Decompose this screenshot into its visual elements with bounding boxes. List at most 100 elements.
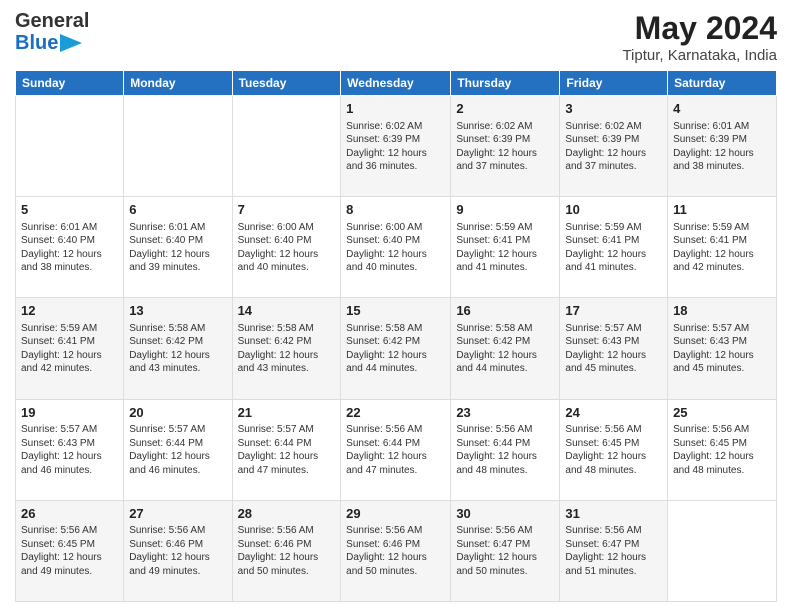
day-number: 6 xyxy=(129,201,226,219)
calendar-cell: 6Sunrise: 6:01 AMSunset: 6:40 PMDaylight… xyxy=(124,197,232,298)
sunset-text: Sunset: 6:39 PM xyxy=(346,133,445,147)
location-subtitle: Tiptur, Karnataka, India xyxy=(622,47,777,64)
daylight-text: Daylight: 12 hours and 37 minutes. xyxy=(565,147,662,174)
sunrise-text: Sunrise: 5:59 AM xyxy=(673,221,771,235)
sunrise-text: Sunrise: 6:02 AM xyxy=(565,120,662,134)
calendar-cell: 28Sunrise: 5:56 AMSunset: 6:46 PMDayligh… xyxy=(232,500,341,601)
sunset-text: Sunset: 6:44 PM xyxy=(129,437,226,451)
daylight-text: Daylight: 12 hours and 44 minutes. xyxy=(456,349,554,376)
day-number: 17 xyxy=(565,302,662,320)
calendar-cell: 3Sunrise: 6:02 AMSunset: 6:39 PMDaylight… xyxy=(560,96,668,197)
sunset-text: Sunset: 6:41 PM xyxy=(565,234,662,248)
calendar-cell: 2Sunrise: 6:02 AMSunset: 6:39 PMDaylight… xyxy=(451,96,560,197)
sunrise-text: Sunrise: 5:56 AM xyxy=(565,423,662,437)
calendar-cell: 27Sunrise: 5:56 AMSunset: 6:46 PMDayligh… xyxy=(124,500,232,601)
sunrise-text: Sunrise: 5:57 AM xyxy=(565,322,662,336)
calendar-cell xyxy=(668,500,777,601)
daylight-text: Daylight: 12 hours and 37 minutes. xyxy=(456,147,554,174)
daylight-text: Daylight: 12 hours and 50 minutes. xyxy=(346,551,445,578)
daylight-text: Daylight: 12 hours and 42 minutes. xyxy=(21,349,118,376)
daylight-text: Daylight: 12 hours and 48 minutes. xyxy=(673,450,771,477)
sunset-text: Sunset: 6:43 PM xyxy=(21,437,118,451)
calendar-cell: 17Sunrise: 5:57 AMSunset: 6:43 PMDayligh… xyxy=(560,298,668,399)
title-block: May 2024 Tiptur, Karnataka, India xyxy=(622,10,777,64)
calendar-cell: 24Sunrise: 5:56 AMSunset: 6:45 PMDayligh… xyxy=(560,399,668,500)
sunrise-text: Sunrise: 5:56 AM xyxy=(456,423,554,437)
daylight-text: Daylight: 12 hours and 48 minutes. xyxy=(565,450,662,477)
sunrise-text: Sunrise: 5:58 AM xyxy=(346,322,445,336)
calendar-cell: 22Sunrise: 5:56 AMSunset: 6:44 PMDayligh… xyxy=(341,399,451,500)
calendar-cell: 1 Sunrise: 6:02 AMSunset: 6:39 PMDaylight… xyxy=(341,96,451,197)
daylight-text: Daylight: 12 hours and 47 minutes. xyxy=(346,450,445,477)
sunset-text: Sunset: 6:40 PM xyxy=(21,234,118,248)
logo-name: General Blue xyxy=(15,10,89,54)
calendar-cell: 8Sunrise: 6:00 AMSunset: 6:40 PMDaylight… xyxy=(341,197,451,298)
calendar-cell: 7Sunrise: 6:00 AMSunset: 6:40 PMDaylight… xyxy=(232,197,341,298)
day-number: 28 xyxy=(238,505,336,523)
sunset-text: Sunset: 6:44 PM xyxy=(456,437,554,451)
sunset-text: Sunset: 6:42 PM xyxy=(456,335,554,349)
daylight-text: Daylight: 12 hours and 43 minutes. xyxy=(129,349,226,376)
sunrise-text: Sunrise: 5:56 AM xyxy=(346,423,445,437)
calendar-cell: 12Sunrise: 5:59 AMSunset: 6:41 PMDayligh… xyxy=(16,298,124,399)
daylight-text: Daylight: 12 hours and 44 minutes. xyxy=(346,349,445,376)
daylight-text: Daylight: 12 hours and 36 minutes. xyxy=(346,147,445,174)
calendar-cell: 4Sunrise: 6:01 AMSunset: 6:39 PMDaylight… xyxy=(668,96,777,197)
header: General Blue May 2024 Tiptur, Karnataka,… xyxy=(15,10,777,64)
day-number: 24 xyxy=(565,404,662,422)
calendar-cell: 23Sunrise: 5:56 AMSunset: 6:44 PMDayligh… xyxy=(451,399,560,500)
sunrise-text: Sunrise: 5:58 AM xyxy=(129,322,226,336)
daylight-text: Daylight: 12 hours and 45 minutes. xyxy=(673,349,771,376)
col-monday: Monday xyxy=(124,71,232,96)
daylight-text: Daylight: 12 hours and 47 minutes. xyxy=(238,450,336,477)
sunset-text: Sunset: 6:45 PM xyxy=(21,538,118,552)
day-number: 1 xyxy=(346,100,445,118)
daylight-text: Daylight: 12 hours and 45 minutes. xyxy=(565,349,662,376)
logo-blue-text: Blue xyxy=(15,32,58,54)
sunrise-text: Sunrise: 6:02 AM xyxy=(456,120,554,134)
calendar-cell: 16Sunrise: 5:58 AMSunset: 6:42 PMDayligh… xyxy=(451,298,560,399)
day-number: 27 xyxy=(129,505,226,523)
calendar-cell: 21Sunrise: 5:57 AMSunset: 6:44 PMDayligh… xyxy=(232,399,341,500)
day-number: 31 xyxy=(565,505,662,523)
calendar-cell: 19Sunrise: 5:57 AMSunset: 6:43 PMDayligh… xyxy=(16,399,124,500)
daylight-text: Daylight: 12 hours and 46 minutes. xyxy=(21,450,118,477)
daylight-text: Daylight: 12 hours and 49 minutes. xyxy=(129,551,226,578)
sunrise-text: Sunrise: 5:58 AM xyxy=(456,322,554,336)
sunset-text: Sunset: 6:45 PM xyxy=(673,437,771,451)
calendar-cell xyxy=(16,96,124,197)
day-number: 5 xyxy=(21,201,118,219)
sunrise-text: Sunrise: 5:56 AM xyxy=(673,423,771,437)
calendar-week-row: 12Sunrise: 5:59 AMSunset: 6:41 PMDayligh… xyxy=(16,298,777,399)
calendar-week-row: 26Sunrise: 5:56 AMSunset: 6:45 PMDayligh… xyxy=(16,500,777,601)
logo-general-text: General xyxy=(15,10,89,32)
day-number: 7 xyxy=(238,201,336,219)
sunrise-text: Sunrise: 5:56 AM xyxy=(346,524,445,538)
month-year-title: May 2024 xyxy=(622,10,777,47)
day-number: 11 xyxy=(673,201,771,219)
day-number: 23 xyxy=(456,404,554,422)
day-number: 14 xyxy=(238,302,336,320)
sunset-text: Sunset: 6:41 PM xyxy=(21,335,118,349)
day-number: 15 xyxy=(346,302,445,320)
calendar-week-row: 5Sunrise: 6:01 AMSunset: 6:40 PMDaylight… xyxy=(16,197,777,298)
sunset-text: Sunset: 6:46 PM xyxy=(238,538,336,552)
sunrise-text: Sunrise: 6:02 AM xyxy=(346,120,445,134)
col-sunday: Sunday xyxy=(16,71,124,96)
sunset-text: Sunset: 6:44 PM xyxy=(346,437,445,451)
daylight-text: Daylight: 12 hours and 41 minutes. xyxy=(565,248,662,275)
calendar-cell: 11Sunrise: 5:59 AMSunset: 6:41 PMDayligh… xyxy=(668,197,777,298)
day-number: 29 xyxy=(346,505,445,523)
sunset-text: Sunset: 6:47 PM xyxy=(456,538,554,552)
sunset-text: Sunset: 6:40 PM xyxy=(129,234,226,248)
sunset-text: Sunset: 6:40 PM xyxy=(238,234,336,248)
sunrise-text: Sunrise: 5:58 AM xyxy=(238,322,336,336)
daylight-text: Daylight: 12 hours and 39 minutes. xyxy=(129,248,226,275)
day-number: 8 xyxy=(346,201,445,219)
daylight-text: Daylight: 12 hours and 49 minutes. xyxy=(21,551,118,578)
day-number: 22 xyxy=(346,404,445,422)
calendar-header-row: Sunday Monday Tuesday Wednesday Thursday… xyxy=(16,71,777,96)
calendar-cell: 5Sunrise: 6:01 AMSunset: 6:40 PMDaylight… xyxy=(16,197,124,298)
sunset-text: Sunset: 6:42 PM xyxy=(346,335,445,349)
sunrise-text: Sunrise: 6:01 AM xyxy=(21,221,118,235)
